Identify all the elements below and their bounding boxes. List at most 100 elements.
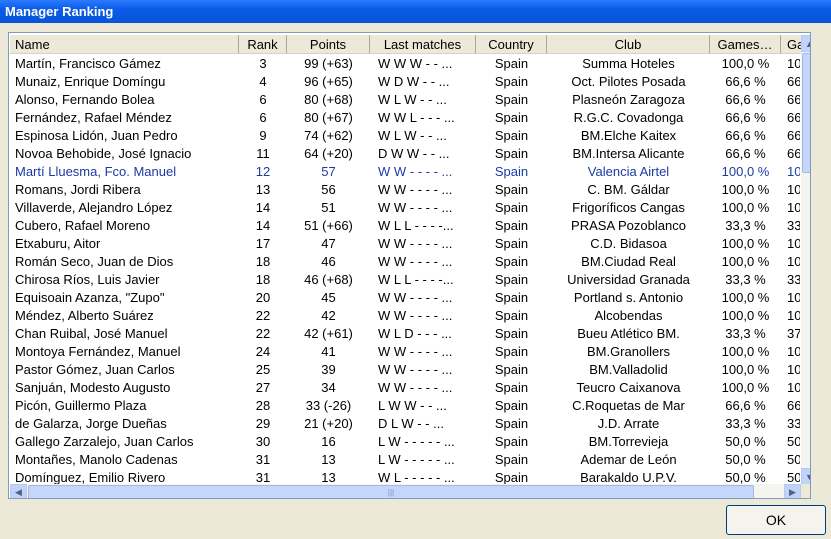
- name-cell: Gallego Zarzalejo, Juan Carlos: [15, 434, 194, 449]
- table-row[interactable]: Chirosa Ríos, Luis Javier 18 46 (+68) W L L…: [10, 271, 800, 289]
- name-cell: Martí Lluesma, Fco. Manuel: [15, 164, 177, 179]
- table-row[interactable]: Sanjuán, Modesto Augusto 27 34 W W - - - - …: [10, 379, 800, 397]
- table-row[interactable]: Villaverde, Alejandro López 14 51 W W - - -…: [10, 199, 800, 217]
- table-row[interactable]: Román Seco, Juan de Dios 18 46 W W - - - - …: [10, 253, 800, 271]
- club-cell: Universidad Granada: [567, 272, 690, 287]
- table-row[interactable]: Montoya Fernández, Manuel 24 41 W W - - - -…: [10, 343, 800, 361]
- ga-cell: 66: [787, 92, 800, 107]
- club-cell: BM.Granollers: [586, 344, 671, 359]
- last-matches-cell: W W - - - - ...: [378, 308, 453, 323]
- table-row[interactable]: Novoa Behobide, José Ignacio 11 64 (+20) D …: [10, 145, 800, 163]
- table-row[interactable]: Espinosa Lidón, Juan Pedro 9 74 (+62) W L W…: [10, 127, 800, 145]
- country-cell: Spain: [494, 470, 529, 485]
- club-cell: Summa Hoteles: [582, 56, 675, 71]
- last-matches-cell: W W - - - - ...: [378, 344, 453, 359]
- vertical-scroll-thumb[interactable]: [802, 53, 810, 173]
- last-matches-cell: W W - - - - ...: [378, 380, 453, 395]
- ok-button[interactable]: OK: [726, 505, 826, 535]
- country-cell: Spain: [494, 398, 529, 413]
- last-matches-cell: D W W - - ...: [378, 146, 450, 161]
- table-row[interactable]: Cubero, Rafael Moreno 14 51 (+66) W L L - -…: [10, 217, 800, 235]
- last-matches-cell: W W - - - - ...: [378, 290, 453, 305]
- table-row[interactable]: Pastor Gómez, Juan Carlos 25 39 W W - - - -…: [10, 361, 800, 379]
- rank-cell: 24: [255, 344, 271, 359]
- grip-icon: |||: [387, 488, 395, 497]
- horizontal-scrollbar[interactable]: ◀ ||| ▶: [10, 484, 801, 498]
- club-cell: BM.Elche Kaitex: [580, 128, 677, 143]
- table-row[interactable]: Fernández, Rafael Méndez 6 80 (+67) W W L -…: [10, 109, 800, 127]
- points-cell: 99 (+63): [304, 56, 353, 71]
- rank-header[interactable]: Rank: [239, 35, 287, 54]
- country-header[interactable]: Country: [476, 35, 547, 54]
- last-matches-cell: W W - - - - ...: [378, 362, 453, 377]
- club-header[interactable]: Club: [547, 35, 710, 54]
- games-cell: 50,0 %: [725, 434, 766, 449]
- table-row[interactable]: Domínguez, Emilio Rivero 31 13 W L - - - - …: [10, 469, 800, 485]
- table-row-selected[interactable]: Martí Lluesma, Fco. Manuel 12 57 W W - - - …: [10, 163, 800, 181]
- ga-cell: 10: [787, 380, 800, 395]
- games-header[interactable]: Games…: [710, 35, 781, 54]
- rank-cell: 31: [255, 452, 271, 467]
- table-row[interactable]: Alonso, Fernando Bolea 6 80 (+68) W L W - -…: [10, 91, 800, 109]
- vertical-scrollbar[interactable]: ▲ ▼: [801, 35, 810, 485]
- points-cell: 42: [321, 308, 336, 323]
- points-header[interactable]: Points: [287, 35, 370, 54]
- table-row[interactable]: de Galarza, Jorge Dueñas 29 21 (+20) D L W …: [10, 415, 800, 433]
- ga-cell: 50: [787, 434, 800, 449]
- scroll-right-icon[interactable]: ▶: [784, 484, 801, 498]
- table-row[interactable]: Munaiz, Enrique Domíngu 4 96 (+65) W D W - …: [10, 73, 800, 91]
- last-matches-cell: D L W - - ...: [378, 416, 444, 431]
- manager-ranking-list[interactable]: Name Rank Points Last matches Country Club Gam…: [8, 32, 811, 499]
- name-cell: de Galarza, Jorge Dueñas: [15, 416, 167, 431]
- rank-cell: 6: [259, 110, 267, 125]
- table-row[interactable]: Chan Ruibal, José Manuel 22 42 (+61) W L D …: [10, 325, 800, 343]
- ranking-rows: Martín, Francisco Gámez 3 99 (+63) W W W - …: [10, 55, 800, 485]
- scroll-left-glyph: ◀: [15, 487, 22, 497]
- horizontal-scroll-thumb[interactable]: |||: [28, 485, 754, 498]
- games-cell: 100,0 %: [721, 344, 770, 359]
- country-cell: Spain: [494, 380, 529, 395]
- table-row[interactable]: Etxaburu, Aitor 17 47 W W - - - - ... Spain C…: [10, 235, 800, 253]
- table-row[interactable]: Equisoain Azanza, "Zupo" 20 45 W W - - - - …: [10, 289, 800, 307]
- club-cell: BM.Ciudad Real: [581, 254, 676, 269]
- rank-cell: 22: [255, 308, 271, 323]
- table-row[interactable]: Gallego Zarzalejo, Juan Carlos 30 16 L W - …: [10, 433, 800, 451]
- scroll-left-icon[interactable]: ◀: [10, 484, 27, 498]
- name-cell: Méndez, Alberto Suárez: [15, 308, 154, 323]
- club-cell: C.D. Bidasoa: [590, 236, 667, 251]
- table-row[interactable]: Romans, Jordi Ribera 13 56 W W - - - - ... S…: [10, 181, 800, 199]
- games-cell: 66,6 %: [725, 128, 766, 143]
- rank-cell: 17: [255, 236, 271, 251]
- table-row[interactable]: Martín, Francisco Gámez 3 99 (+63) W W W - …: [10, 55, 800, 73]
- name-cell: Cubero, Rafael Moreno: [15, 218, 151, 233]
- games-cell: 100,0 %: [721, 290, 770, 305]
- country-cell: Spain: [494, 146, 529, 161]
- name-header[interactable]: Name: [10, 35, 239, 54]
- name-cell: Domínguez, Emilio Rivero: [15, 470, 166, 485]
- scroll-up-icon[interactable]: ▲: [801, 35, 810, 52]
- club-cell: J.D. Arrate: [597, 416, 660, 431]
- last-matches-header[interactable]: Last matches: [370, 35, 476, 54]
- country-cell: Spain: [494, 434, 529, 449]
- points-cell: 45: [321, 290, 336, 305]
- last-matches-cell: W W - - - - ...: [378, 164, 453, 179]
- club-cell: BM.Valladolid: [589, 362, 668, 377]
- ga-cell: 10: [787, 56, 800, 71]
- table-row[interactable]: Méndez, Alberto Suárez 22 42 W W - - - - ..…: [10, 307, 800, 325]
- points-cell: 41: [321, 344, 336, 359]
- country-cell: Spain: [494, 182, 529, 197]
- ga-cell: 50: [787, 470, 800, 485]
- ga-cell: 66: [787, 74, 800, 89]
- table-row[interactable]: Montañes, Manolo Cadenas 31 13 L W - - - - …: [10, 451, 800, 469]
- games-cell: 66,6 %: [725, 146, 766, 161]
- last-matches-cell: W W L - - - ...: [378, 110, 455, 125]
- ga-cell: 10: [787, 344, 800, 359]
- table-row[interactable]: Picón, Guillermo Plaza 28 33 (-26) L W W - …: [10, 397, 800, 415]
- last-matches-cell: W L L - - - -...: [378, 272, 454, 287]
- last-matches-cell: W W - - - - ...: [378, 236, 453, 251]
- scroll-down-icon[interactable]: ▼: [801, 468, 810, 485]
- games-cell: 66,6 %: [725, 110, 766, 125]
- rank-cell: 25: [255, 362, 271, 377]
- ga-cell: 10: [787, 254, 800, 269]
- name-cell: Román Seco, Juan de Dios: [15, 254, 174, 269]
